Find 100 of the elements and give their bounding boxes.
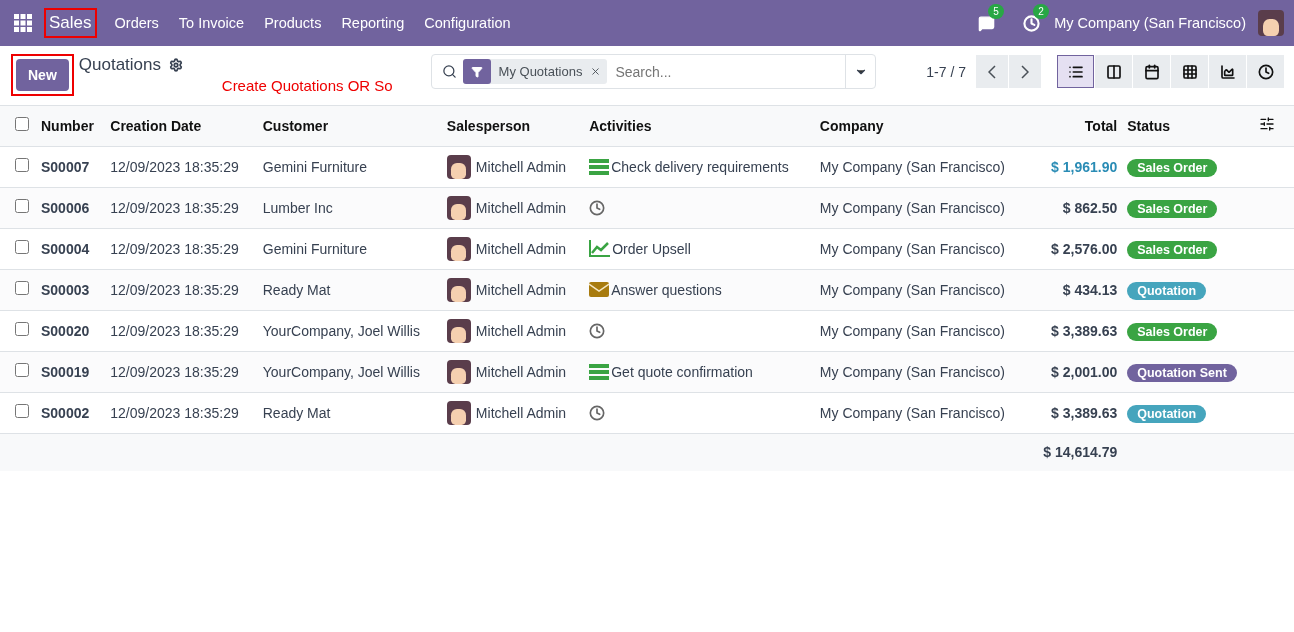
user-avatar <box>446 195 471 220</box>
clock-icon[interactable] <box>589 322 606 339</box>
creation-date: 12/09/2023 18:35:29 <box>110 363 239 380</box>
clock-icon[interactable] <box>589 404 606 421</box>
app-name[interactable]: Sales <box>44 8 97 38</box>
clock-icon[interactable] <box>589 199 606 216</box>
company-name: My Company (San Francisco) <box>819 404 1005 421</box>
row-checkbox[interactable] <box>15 199 29 213</box>
grand-total: $ 14,614.79 <box>1043 444 1118 461</box>
search-field[interactable]: My Quotations Search... <box>430 54 877 89</box>
salesperson-name: Mitchell Admin <box>475 199 567 216</box>
table-grid-icon <box>1181 63 1198 80</box>
search-icon <box>441 64 457 79</box>
new-button[interactable]: New <box>16 58 69 91</box>
menu-item[interactable]: To Invoice <box>168 15 255 31</box>
app-grid-icon[interactable] <box>14 14 32 32</box>
column-header[interactable]: Number <box>36 106 106 146</box>
order-number: S00007 <box>41 158 90 175</box>
notification-count: 2 <box>1033 3 1049 19</box>
filter-facet[interactable]: My Quotations <box>462 59 608 84</box>
status-badge: Sales Order <box>1127 199 1218 218</box>
menu-item[interactable]: Orders <box>104 15 169 31</box>
company-name[interactable]: My Company (San Francisco) <box>1054 15 1246 31</box>
customer-name: Lumber Inc <box>262 199 333 216</box>
status-badge: Sales Order <box>1127 240 1218 259</box>
user-avatar[interactable] <box>1258 10 1284 36</box>
row-checkbox[interactable] <box>15 240 29 254</box>
menu-item[interactable]: Configuration <box>414 15 521 31</box>
calendar-icon <box>1143 63 1160 80</box>
page-title: Quotations <box>78 55 162 75</box>
salesperson-name: Mitchell Admin <box>475 322 567 339</box>
pager-value[interactable]: 1-7 / 7 <box>926 63 966 80</box>
user-avatar <box>446 400 471 425</box>
settings-icon[interactable] <box>169 58 184 72</box>
close-icon[interactable] <box>590 66 602 77</box>
user-avatar <box>446 318 471 343</box>
creation-date: 12/09/2023 18:35:29 <box>110 240 239 257</box>
order-total: $ 2,576.00 <box>1051 240 1118 257</box>
customer-name: Gemini Furniture <box>262 158 367 175</box>
row-checkbox[interactable] <box>15 322 29 336</box>
facet-label: My Quotations <box>497 64 584 79</box>
customer-name: Ready Mat <box>262 281 331 298</box>
order-total: $ 862.50 <box>1062 199 1118 216</box>
view-switch-button[interactable] <box>1171 55 1208 88</box>
salesperson-name: Mitchell Admin <box>475 158 567 175</box>
creation-date: 12/09/2023 18:35:29 <box>110 322 239 339</box>
column-header[interactable]: Customer <box>257 106 442 146</box>
order-total: $ 2,001.00 <box>1051 363 1118 380</box>
row-checkbox[interactable] <box>15 363 29 377</box>
column-header[interactable]: Creation Date <box>105 106 258 146</box>
activity-summary: Answer questions <box>611 281 722 298</box>
creation-date: 12/09/2023 18:35:29 <box>110 281 239 298</box>
filter-icon <box>470 65 483 78</box>
salesperson-name: Mitchell Admin <box>475 404 567 421</box>
kanban-icon <box>1105 63 1122 80</box>
column-header[interactable]: Salesperson <box>441 106 585 146</box>
order-total: $ 1,961.90 <box>1051 158 1118 175</box>
column-header[interactable]: Activities <box>584 106 815 146</box>
select-all-checkbox[interactable] <box>15 117 29 132</box>
activity-summary: Check delivery requirements <box>611 158 789 175</box>
view-switch-button[interactable] <box>1095 55 1132 88</box>
notification-count: 5 <box>988 3 1004 19</box>
salesperson-name: Mitchell Admin <box>475 281 567 298</box>
chevron-left-icon <box>988 64 996 79</box>
column-header[interactable]: Total <box>1029 106 1123 146</box>
chevron-right-icon <box>1021 64 1029 79</box>
row-checkbox[interactable] <box>15 404 29 418</box>
user-avatar <box>446 359 471 384</box>
row-checkbox[interactable] <box>15 158 29 172</box>
activity-summary: Order Upsell <box>612 240 691 257</box>
user-avatar <box>446 154 471 179</box>
chat-icon[interactable] <box>978 14 996 32</box>
view-switch-button[interactable] <box>1133 55 1170 88</box>
column-header[interactable]: Status <box>1122 106 1254 146</box>
column-header[interactable]: Company <box>814 106 1030 146</box>
customer-name: Gemini Furniture <box>262 240 367 257</box>
activity-summary: Get quote confirmation <box>611 363 753 380</box>
menu-item[interactable]: Products <box>254 15 332 31</box>
row-checkbox[interactable] <box>15 281 29 295</box>
customer-name: YourCompany, Joel Willis <box>262 363 420 380</box>
list-icon[interactable] <box>589 158 610 175</box>
menu-item[interactable]: Reporting <box>331 15 415 31</box>
order-total: $ 3,389.63 <box>1051 404 1118 421</box>
order-number: S00006 <box>41 199 90 216</box>
view-switch-button[interactable] <box>1247 55 1284 88</box>
status-badge: Quotation Sent <box>1127 363 1237 382</box>
column-settings-icon[interactable] <box>1259 116 1275 133</box>
envelope-icon[interactable] <box>589 282 610 297</box>
list-icon[interactable] <box>589 363 610 380</box>
status-badge: Sales Order <box>1127 158 1218 177</box>
creation-date: 12/09/2023 18:35:29 <box>110 404 239 421</box>
order-number: S00019 <box>41 363 90 380</box>
area-chart-icon <box>1219 63 1236 80</box>
customer-name: Ready Mat <box>262 404 331 421</box>
status-badge: Sales Order <box>1127 322 1218 341</box>
view-switch-button[interactable] <box>1057 55 1094 88</box>
trend-chart-icon[interactable] <box>589 240 611 257</box>
view-switch-button[interactable] <box>1209 55 1246 88</box>
order-number: S00002 <box>41 404 90 421</box>
order-number: S00004 <box>41 240 90 257</box>
